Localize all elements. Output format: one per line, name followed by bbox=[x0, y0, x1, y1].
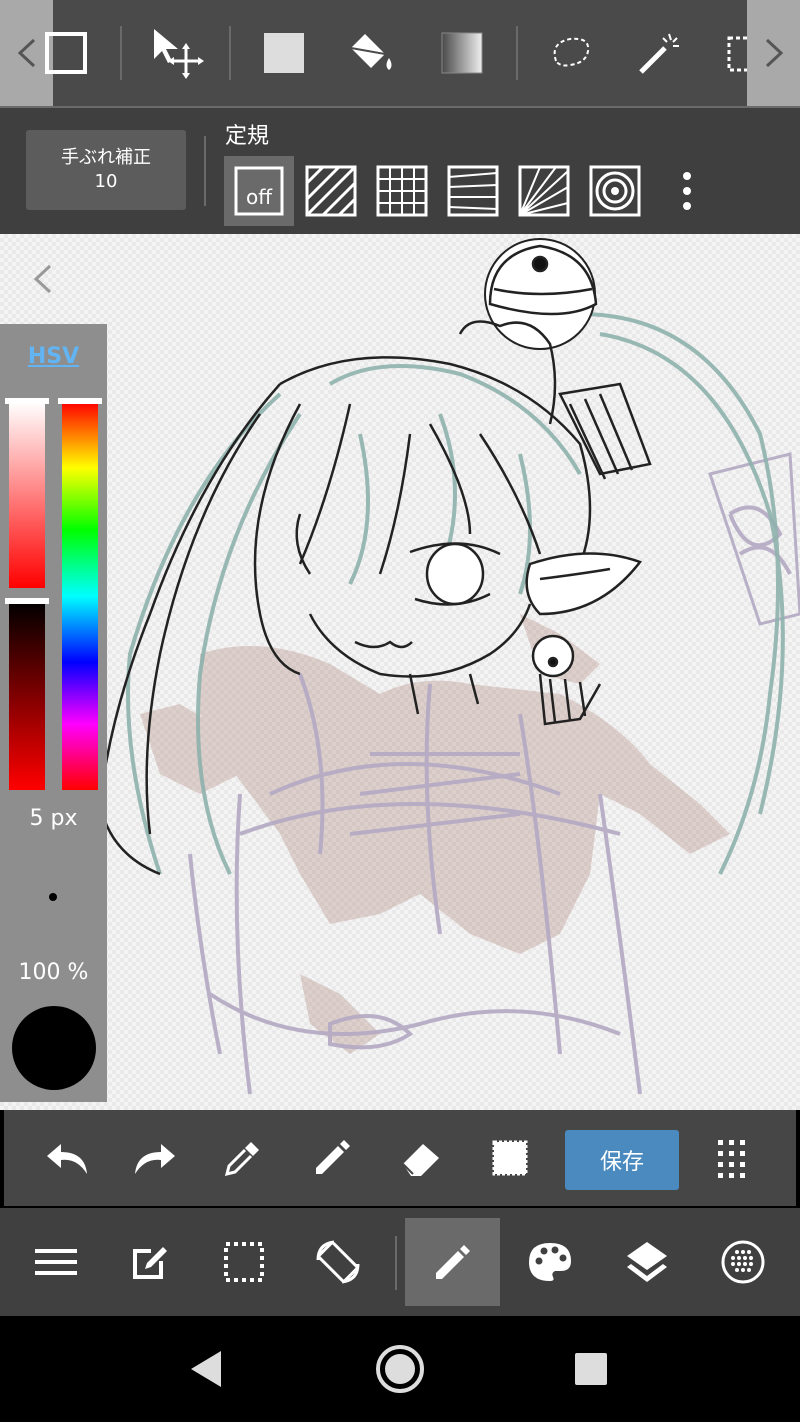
scroll-right-button[interactable] bbox=[747, 0, 800, 106]
bucket-icon bbox=[350, 34, 392, 70]
move-icon bbox=[154, 29, 204, 79]
select-button[interactable] bbox=[204, 1218, 284, 1306]
selection-button[interactable] bbox=[475, 1120, 545, 1196]
layers-tab[interactable] bbox=[607, 1218, 687, 1306]
perspective-ruler-icon bbox=[447, 165, 499, 217]
sketch-artwork bbox=[33, 238, 800, 1095]
concentric-ruler-icon bbox=[589, 165, 641, 217]
main-nav bbox=[0, 1208, 800, 1316]
layers-icon bbox=[627, 1242, 667, 1282]
ruler-perspective-1-option[interactable] bbox=[438, 156, 508, 226]
back-triangle-icon bbox=[191, 1351, 221, 1387]
save-button[interactable]: 保存 bbox=[565, 1130, 679, 1190]
home-button[interactable] bbox=[365, 1338, 435, 1400]
grid-ruler-icon bbox=[376, 165, 428, 217]
undo-icon bbox=[47, 1144, 87, 1174]
ruler-off-label: off bbox=[246, 185, 273, 209]
lasso-tool[interactable] bbox=[533, 14, 609, 92]
pen-tool-button[interactable] bbox=[297, 1120, 367, 1196]
move-tool[interactable] bbox=[138, 14, 214, 92]
stabilizer-button[interactable]: 手ぶれ補正 10 bbox=[26, 130, 186, 210]
action-menu-button[interactable] bbox=[697, 1120, 767, 1196]
eyedropper-icon bbox=[224, 1142, 259, 1177]
materials-tab[interactable] bbox=[703, 1218, 783, 1306]
edit-square-icon bbox=[133, 1247, 167, 1279]
value-handle bbox=[5, 598, 49, 604]
rotate-button[interactable] bbox=[298, 1218, 378, 1306]
brush-size-label[interactable]: 5 px bbox=[0, 806, 107, 831]
top-toolbar bbox=[0, 0, 800, 108]
stabilizer-label: 手ぶれ補正 bbox=[61, 147, 151, 168]
hue-handle bbox=[58, 398, 102, 404]
fill-rect-tool[interactable] bbox=[246, 14, 322, 92]
flat-color-layer bbox=[140, 614, 730, 1054]
ruler-more-button[interactable] bbox=[652, 156, 722, 226]
stabilizer-value: 10 bbox=[94, 171, 118, 192]
brush-shape-tool[interactable] bbox=[28, 14, 104, 92]
color-tab[interactable] bbox=[510, 1218, 590, 1306]
back-button[interactable] bbox=[172, 1338, 242, 1400]
radial-ruler-icon bbox=[518, 165, 570, 217]
pencil-icon bbox=[435, 1245, 470, 1279]
ruler-parallel-option[interactable] bbox=[296, 156, 366, 226]
panel-collapse-icon bbox=[33, 264, 52, 294]
bucket-tool[interactable] bbox=[334, 14, 410, 92]
ruler-off-option[interactable]: off bbox=[224, 156, 294, 226]
grid-dots-icon bbox=[718, 1140, 745, 1178]
hamburger-icon bbox=[35, 1249, 77, 1275]
redo-button[interactable] bbox=[120, 1120, 190, 1196]
hue-slider bbox=[62, 402, 98, 790]
palette-icon bbox=[529, 1243, 571, 1281]
undo-button[interactable] bbox=[32, 1120, 102, 1196]
opacity-label[interactable]: 100 % bbox=[0, 960, 107, 985]
pencil-icon bbox=[316, 1140, 350, 1174]
ruler-bar: 手ぶれ補正 10 定規 off bbox=[0, 108, 800, 234]
magic-wand-icon bbox=[639, 33, 679, 74]
home-circle-icon bbox=[376, 1345, 424, 1393]
ruler-radial-option[interactable] bbox=[509, 156, 579, 226]
value-slider bbox=[9, 602, 45, 790]
hsv-mode-tab[interactable]: HSV bbox=[0, 344, 107, 369]
toolbar-divider bbox=[516, 26, 518, 80]
recents-square-icon bbox=[575, 1353, 607, 1385]
saturation-handle bbox=[5, 398, 49, 404]
dotted-circle-icon bbox=[721, 1240, 765, 1284]
brush-tab[interactable] bbox=[405, 1218, 500, 1306]
color-sliders[interactable] bbox=[0, 394, 107, 794]
eyedropper-button[interactable] bbox=[208, 1120, 278, 1196]
brush-size-preview bbox=[49, 893, 57, 901]
recents-button[interactable] bbox=[556, 1338, 626, 1400]
magic-wand-tool[interactable] bbox=[622, 14, 698, 92]
redo-icon bbox=[135, 1144, 175, 1174]
system-navigation-bar bbox=[0, 1316, 800, 1422]
more-vert-icon bbox=[683, 172, 691, 210]
filled-square-icon bbox=[264, 33, 304, 73]
ruler-title: 定規 bbox=[225, 124, 270, 149]
square-outline-icon bbox=[45, 32, 87, 74]
toolbar-divider bbox=[229, 26, 231, 80]
selection-area-icon bbox=[492, 1140, 528, 1176]
chevron-right-icon bbox=[765, 38, 784, 68]
edit-button[interactable] bbox=[110, 1218, 190, 1306]
color-panel: HSV 5 px 100 % bbox=[0, 324, 107, 1102]
screen-rotation-icon bbox=[316, 1240, 360, 1284]
parallel-ruler-icon bbox=[305, 165, 357, 217]
saturation-slider bbox=[9, 402, 45, 588]
menu-button[interactable] bbox=[16, 1218, 96, 1306]
gradient-icon bbox=[441, 32, 483, 74]
dashed-square-icon bbox=[224, 1242, 264, 1282]
action-bar: 保存 bbox=[4, 1110, 796, 1206]
eraser-icon bbox=[402, 1144, 439, 1176]
drawing-canvas[interactable] bbox=[0, 234, 800, 1110]
eraser-button[interactable] bbox=[386, 1120, 456, 1196]
toolbar-divider bbox=[120, 26, 122, 80]
current-color-swatch[interactable] bbox=[10, 1004, 98, 1092]
lasso-icon bbox=[553, 37, 590, 67]
gradient-tool[interactable] bbox=[424, 14, 500, 92]
ruler-concentric-option[interactable] bbox=[580, 156, 650, 226]
ruler-grid-option[interactable] bbox=[367, 156, 437, 226]
